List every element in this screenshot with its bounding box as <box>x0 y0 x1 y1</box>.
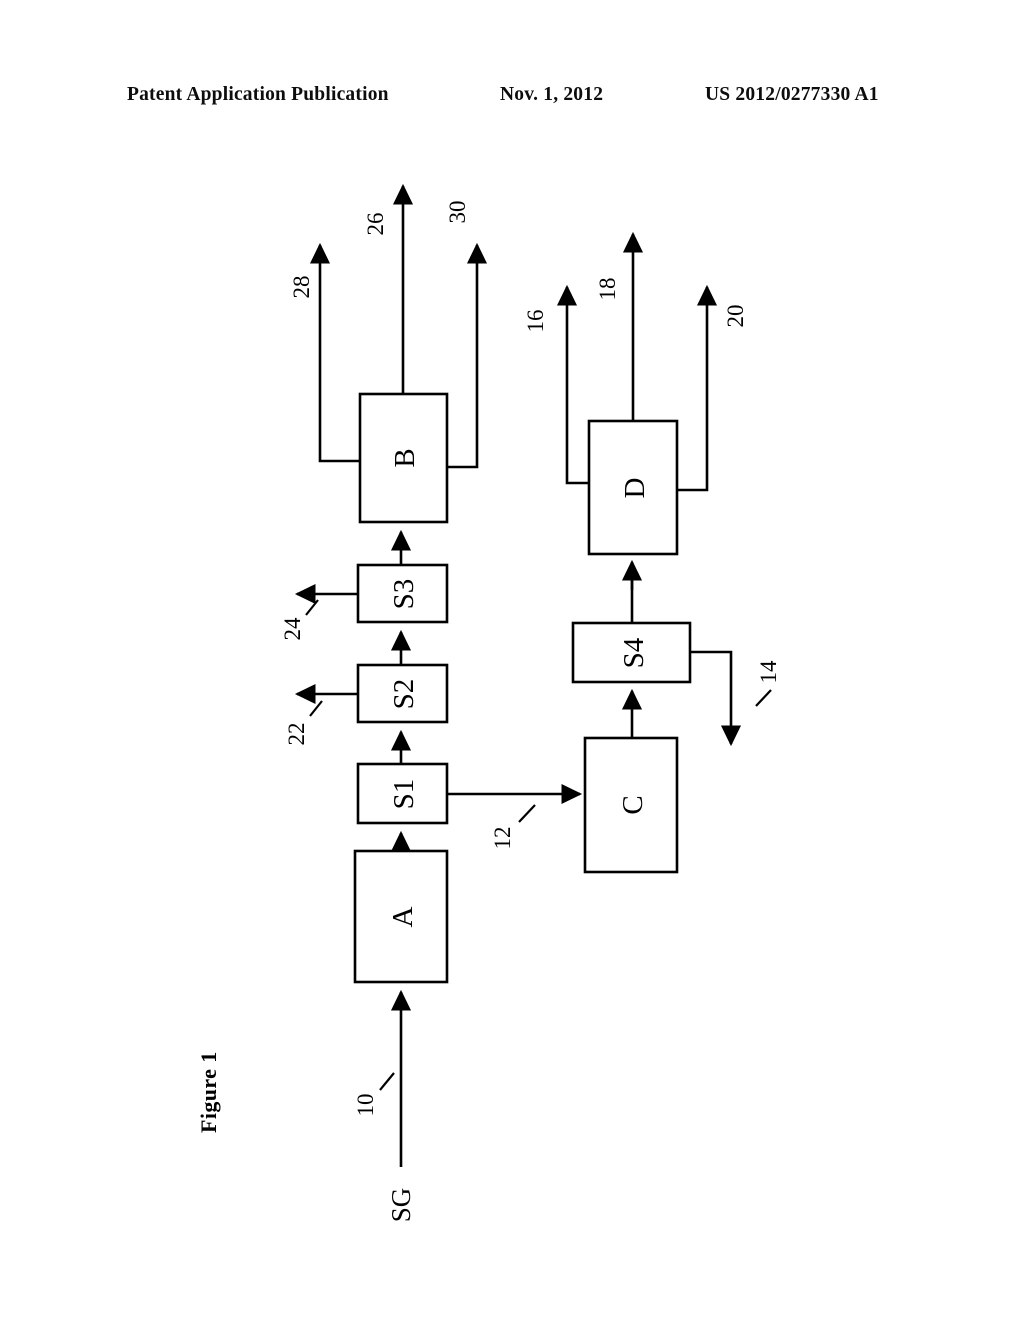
flow-line-20 <box>677 284 718 492</box>
stream-label-sg: SG <box>386 1187 416 1223</box>
block-label-S2: S2 <box>388 678 420 710</box>
ref-numeral-22: 22 <box>284 722 309 746</box>
diagram-canvas <box>294 183 772 1167</box>
ref-numeral-26: 26 <box>363 212 388 236</box>
block-label-B: B <box>389 448 421 468</box>
flow-line-30 <box>447 242 488 469</box>
ref-numeral-18: 18 <box>595 277 620 301</box>
leader-tick-14 <box>755 689 772 707</box>
ref-numeral-10: 10 <box>353 1093 378 1117</box>
ref-numeral-16: 16 <box>523 309 548 333</box>
block-label-S4: S4 <box>618 637 650 669</box>
block-label-S3: S3 <box>388 578 420 610</box>
flow-line-16 <box>556 284 589 485</box>
ref-numeral-24: 24 <box>280 617 305 641</box>
flow-line-14 <box>690 650 742 747</box>
block-label-A: A <box>387 906 419 928</box>
leader-tick-10 <box>379 1072 395 1091</box>
block-label-S1: S1 <box>388 778 420 810</box>
leader-tick-24 <box>305 599 319 616</box>
ref-numeral-28: 28 <box>289 275 314 299</box>
leader-tick-22 <box>309 700 323 717</box>
ref-numeral-20: 20 <box>723 304 748 328</box>
leader-tick-12 <box>518 804 536 823</box>
ref-numeral-30: 30 <box>445 200 470 224</box>
process-flow-diagram: A S1 S2 S3 B C S4 D SG 10 12 14 16 18 20… <box>0 0 1024 1320</box>
ref-numeral-14: 14 <box>756 660 781 684</box>
block-label-C: C <box>617 795 649 815</box>
block-label-D: D <box>619 477 651 499</box>
flow-line-28 <box>309 242 360 463</box>
ref-numeral-12: 12 <box>490 826 515 850</box>
